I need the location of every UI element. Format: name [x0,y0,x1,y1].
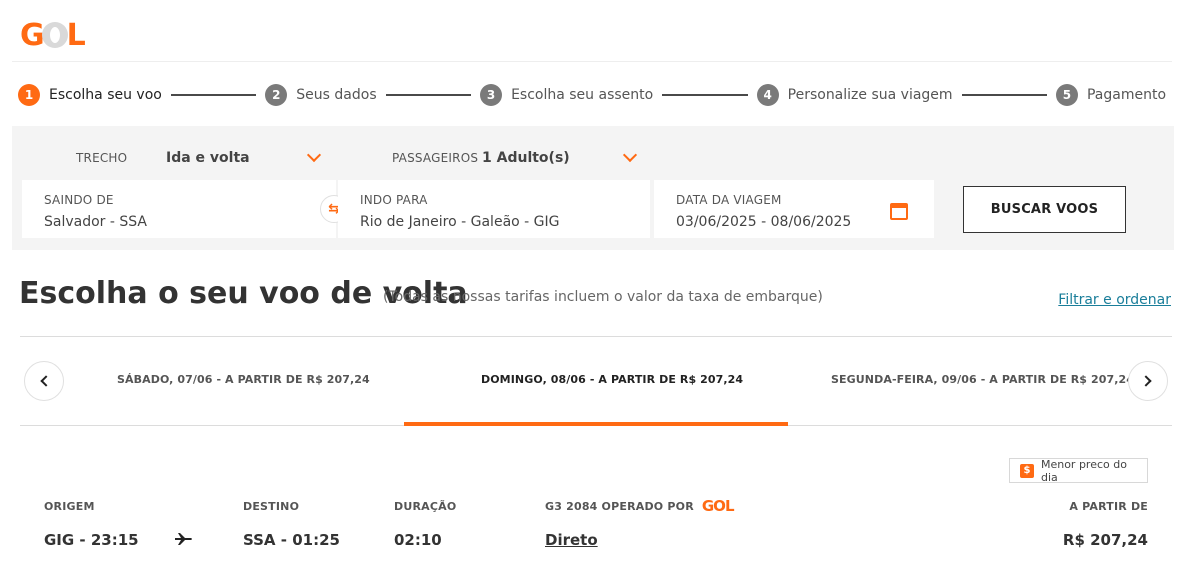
step-5: 5 Pagamento [1055,84,1167,106]
stops-link[interactable]: Direto [545,531,598,549]
calendar-icon[interactable] [890,203,908,220]
airplane-icon [175,533,192,545]
step-number: 2 [265,84,288,106]
trecho-value[interactable]: Ida e volta [166,150,250,166]
step-label: Personalize sua viagem [787,87,953,103]
chevron-right-icon [1140,375,1152,387]
step-connector [662,94,748,96]
destination-field[interactable]: INDO PARA Rio de Janeiro - Galeão - GIG [338,180,650,238]
operator-label: G3 2084 OPERADO POR GOL [545,497,734,515]
origin-field[interactable]: SAINDO DE Salvador - SSA [22,180,336,238]
header-divider [12,61,1172,62]
step-number: 1 [18,84,40,106]
logo-text: GL [20,17,86,53]
search-panel: TRECHO Ida e volta PASSAGEIROS 1 Adulto(… [12,126,1174,250]
date-value[interactable]: 03/06/2025 - 08/06/2025 [676,214,851,230]
best-price-label: Menor preco do dia [1040,457,1127,484]
step-label: Escolha seu voo [49,87,162,103]
price-label: A PARTIR DE [1069,500,1148,513]
destination-label: INDO PARA [360,193,428,207]
price-value[interactable]: R$ 207,24 [1063,531,1148,549]
step-number: 5 [1055,84,1078,106]
origin-label: SAINDO DE [44,193,114,207]
operator-logo: GOL [701,497,735,515]
step-3: 3 Escolha seu assento [480,84,653,106]
divider [20,336,1172,337]
chevron-left-icon [40,375,52,387]
step-label: Pagamento [1086,87,1167,103]
prev-date-button[interactable] [24,361,64,401]
page-subtitle: (Todas as nossas tarifas incluem o valor… [383,289,823,305]
date-label: DATA DA VIAGEM [676,193,782,207]
date-tab-sunday[interactable]: DOMINGO, 08/06 - A PARTIR DE R$ 207,24 [481,373,743,386]
destination-value[interactable]: Rio de Janeiro - Galeão - GIG [360,214,560,230]
operator-text: G3 2084 OPERADO POR [545,500,694,513]
step-connector [170,94,257,96]
origin-value[interactable]: Salvador - SSA [44,214,147,230]
gol-logo[interactable]: GL [20,17,86,53]
next-date-button[interactable] [1128,361,1168,401]
step-1: 1 Escolha seu voo [18,84,162,106]
booking-steps: 1 Escolha seu voo 2 Seus dados 3 Escolha… [18,84,1166,106]
step-number: 4 [756,84,779,106]
filter-sort-link[interactable]: Filtrar e ordenar [1058,292,1171,308]
passageiros-value[interactable]: 1 Adulto(s) [482,150,570,166]
best-price-badge: $ Menor preco do dia [1009,457,1148,484]
origin-col-label: ORIGEM [44,500,95,513]
passageiros-label: PASSAGEIROS [392,151,479,165]
search-flights-button[interactable]: BUSCAR VOOS [963,186,1126,233]
step-connector [961,94,1047,96]
destination-col-value: SSA - 01:25 [243,531,340,549]
chevron-down-icon[interactable] [306,147,322,163]
step-4: 4 Personalize sua viagem [756,84,953,106]
active-tab-indicator [404,422,788,426]
duration-col-label: DURAÇÃO [394,500,457,513]
step-connector [385,94,472,96]
date-tab-monday[interactable]: SEGUNDA-FEIRA, 09/06 - A PARTIR DE R$ 20… [831,373,1134,386]
destination-col-label: DESTINO [243,500,300,513]
date-tab-saturday[interactable]: SÁBADO, 07/06 - A PARTIR DE R$ 207,24 [117,373,370,386]
step-2: 2 Seus dados [265,84,377,106]
trecho-label: TRECHO [76,151,128,165]
step-number: 3 [480,84,503,106]
step-label: Escolha seu assento [511,87,654,103]
origin-col-value: GIG - 23:15 [44,531,139,549]
chevron-down-icon[interactable] [622,147,638,163]
step-label: Seus dados [296,87,377,103]
duration-col-value: 02:10 [394,531,442,549]
dollar-icon: $ [1020,463,1034,478]
